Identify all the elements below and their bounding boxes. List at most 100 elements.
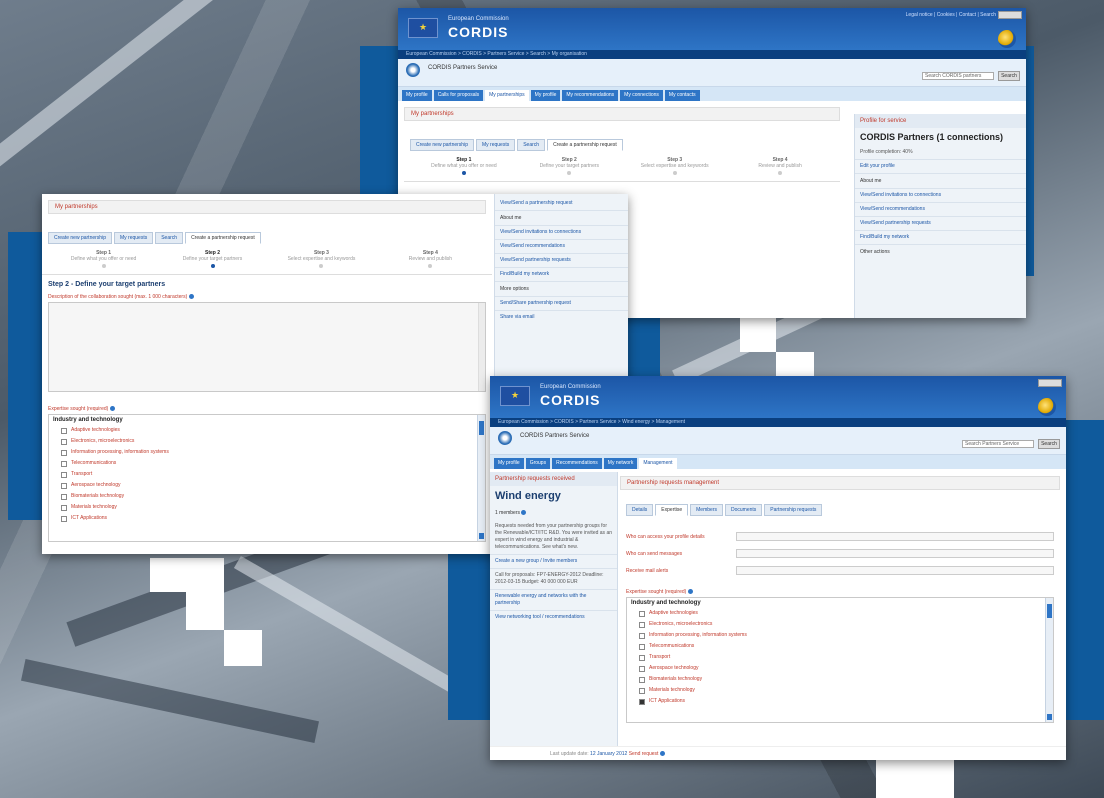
search-button[interactable]: Search xyxy=(998,71,1020,81)
sidebar-link[interactable]: View/Send invitations to connections xyxy=(495,225,628,239)
subtab[interactable]: Members xyxy=(690,504,723,516)
wizard-step[interactable]: Step 2 Define your target partners xyxy=(519,157,619,175)
subtab[interactable]: Search xyxy=(517,139,546,151)
tab[interactable]: My network xyxy=(603,458,638,469)
subtab[interactable]: Create new partnership xyxy=(410,139,474,151)
send-request-link[interactable]: Send request xyxy=(629,751,659,757)
list-item[interactable]: Information processing, information syst… xyxy=(627,630,1053,641)
tab[interactable]: Groups xyxy=(525,458,551,469)
sidebar-link[interactable]: Find/Build my network xyxy=(855,230,1026,244)
partners-logo-icon xyxy=(498,431,512,445)
sidebar-link[interactable]: View/Send partnership requests xyxy=(495,253,628,267)
search-button[interactable]: Search xyxy=(1038,439,1060,449)
list-item[interactable]: Transport xyxy=(627,652,1053,663)
form-input[interactable] xyxy=(736,566,1054,575)
list-item[interactable]: Telecommunications xyxy=(49,458,485,469)
sidebar-link[interactable]: View/Send invitations to connections xyxy=(855,188,1026,202)
subtab-active[interactable]: Create a partnership request xyxy=(547,139,623,151)
list-item[interactable]: Materials technology xyxy=(49,502,485,513)
form-input[interactable] xyxy=(736,532,1054,541)
header-links[interactable]: Legal notice | Cookies | Contact | Searc… xyxy=(906,12,996,18)
subtab[interactable]: My requests xyxy=(113,232,154,244)
tab[interactable]: My profile xyxy=(494,458,524,469)
update-date[interactable]: 12 January 2012 xyxy=(590,751,627,757)
tab[interactable]: My recommendations xyxy=(562,90,619,101)
sidebar-link[interactable]: View networking tool / recommendations xyxy=(490,610,617,624)
wizard-step[interactable]: Step 3 Select expertise and keywords xyxy=(625,157,725,175)
wizard-step[interactable]: Step 3 Select expertise and keywords xyxy=(270,250,373,268)
list-item[interactable]: Electronics, microelectronics xyxy=(49,436,485,447)
wizard-step[interactable]: Step 4 Review and publish xyxy=(730,157,830,175)
form-input[interactable] xyxy=(736,549,1054,558)
wizard-step[interactable]: Step 2 Define your target partners xyxy=(161,250,264,268)
sidebar-link[interactable]: Edit your profile xyxy=(855,159,1026,173)
description-textarea[interactable] xyxy=(48,302,486,392)
list-item[interactable]: Electronics, microelectronics xyxy=(627,619,1053,630)
subtab[interactable]: Search xyxy=(155,232,184,244)
list-item[interactable]: Materials technology xyxy=(627,685,1053,696)
tab-active[interactable]: Management xyxy=(639,458,677,469)
background-beam xyxy=(233,555,467,699)
list-item[interactable]: Adaptive technologies xyxy=(627,608,1053,619)
sidebar-link[interactable]: View/Send a partnership request xyxy=(495,194,628,210)
sidebar-link[interactable]: Find/Build my network xyxy=(495,267,628,281)
subtab-active[interactable]: Expertise xyxy=(655,504,689,516)
wizard-step[interactable]: Step 4 Review and publish xyxy=(379,250,482,268)
tab[interactable]: My profile xyxy=(402,90,432,101)
subtab[interactable]: Partnership requests xyxy=(764,504,823,516)
list-item[interactable]: Aerospace technology xyxy=(627,663,1053,674)
list-item[interactable]: Telecommunications xyxy=(627,641,1053,652)
subtab[interactable]: Details xyxy=(626,504,654,516)
search-input[interactable]: Search CORDIS partners xyxy=(922,72,994,80)
info-icon[interactable] xyxy=(659,751,665,757)
sidebar-link[interactable]: View/Send partnership requests xyxy=(855,216,1026,230)
tab[interactable]: Calls for proposals xyxy=(433,90,484,101)
subtab[interactable]: Create new partnership xyxy=(48,232,112,244)
background-beam xyxy=(20,659,320,743)
tab[interactable]: My profile xyxy=(530,90,561,101)
info-icon[interactable] xyxy=(687,589,693,595)
sidebar-link[interactable]: View/Send recommendations xyxy=(495,239,628,253)
main-content: Partnership requests management Details … xyxy=(620,476,1060,723)
top-navigation[interactable]: European Commission > CORDIS > Partners … xyxy=(490,418,1066,427)
info-icon[interactable] xyxy=(188,294,194,300)
language-select[interactable] xyxy=(998,11,1022,19)
decor-square xyxy=(740,318,776,352)
sidebar-link[interactable]: Renewable energy and networks with the p… xyxy=(490,589,617,610)
top-navigation[interactable]: European Commission > CORDIS > Partners … xyxy=(398,50,1026,59)
wizard-step[interactable]: Step 1 Define what you offer or need xyxy=(414,157,514,175)
list-item[interactable]: ICT Applications xyxy=(49,513,485,524)
expertise-list[interactable]: Industry and technology Adaptive technol… xyxy=(626,597,1054,723)
subtab-active[interactable]: Create a partnership request xyxy=(185,232,261,244)
language-select[interactable] xyxy=(1038,379,1062,387)
decor-square xyxy=(150,558,224,592)
wizard-step[interactable]: Step 1 Define what you offer or need xyxy=(52,250,155,268)
expertise-list[interactable]: Industry and technology Adaptive technol… xyxy=(48,414,486,542)
sidebar-link[interactable]: Share via email xyxy=(495,310,628,324)
tab[interactable]: Recommendations xyxy=(552,458,602,469)
info-icon[interactable] xyxy=(521,510,527,516)
sidebar-link[interactable]: View/Send recommendations xyxy=(855,202,1026,216)
list-item[interactable]: Adaptive technologies xyxy=(49,425,485,436)
tab[interactable]: My contacts xyxy=(664,90,700,101)
search-input[interactable]: Search Partners Service xyxy=(962,440,1034,448)
sidebar-link[interactable]: Create a new group / Invite members xyxy=(490,554,617,568)
tab[interactable]: My connections xyxy=(620,90,663,101)
list-item-checked[interactable]: ICT Applications xyxy=(627,696,1053,707)
info-icon[interactable] xyxy=(109,406,115,412)
sidebar-link[interactable]: Send/Share partnership request xyxy=(495,296,628,310)
list-item[interactable]: Biomaterials technology xyxy=(627,674,1053,685)
subtab[interactable]: Documents xyxy=(724,504,763,516)
window-group-management: European Commission CORDIS European Comm… xyxy=(490,376,1066,760)
list-scrollbar[interactable] xyxy=(477,415,485,541)
tab-active[interactable]: My partnerships xyxy=(485,90,529,101)
main-content: My partnerships Create new partnership M… xyxy=(398,101,846,188)
list-item[interactable]: Information processing, information syst… xyxy=(49,447,485,458)
list-item[interactable]: Biomaterials technology xyxy=(49,491,485,502)
service-name: CORDIS Partners Service xyxy=(520,433,590,439)
list-scrollbar[interactable] xyxy=(1045,598,1053,722)
brand-bar: CORDIS Partners Service Search Partners … xyxy=(490,427,1066,455)
subtab[interactable]: My requests xyxy=(475,139,516,151)
list-item[interactable]: Aerospace technology xyxy=(49,480,485,491)
list-item[interactable]: Transport xyxy=(49,469,485,480)
